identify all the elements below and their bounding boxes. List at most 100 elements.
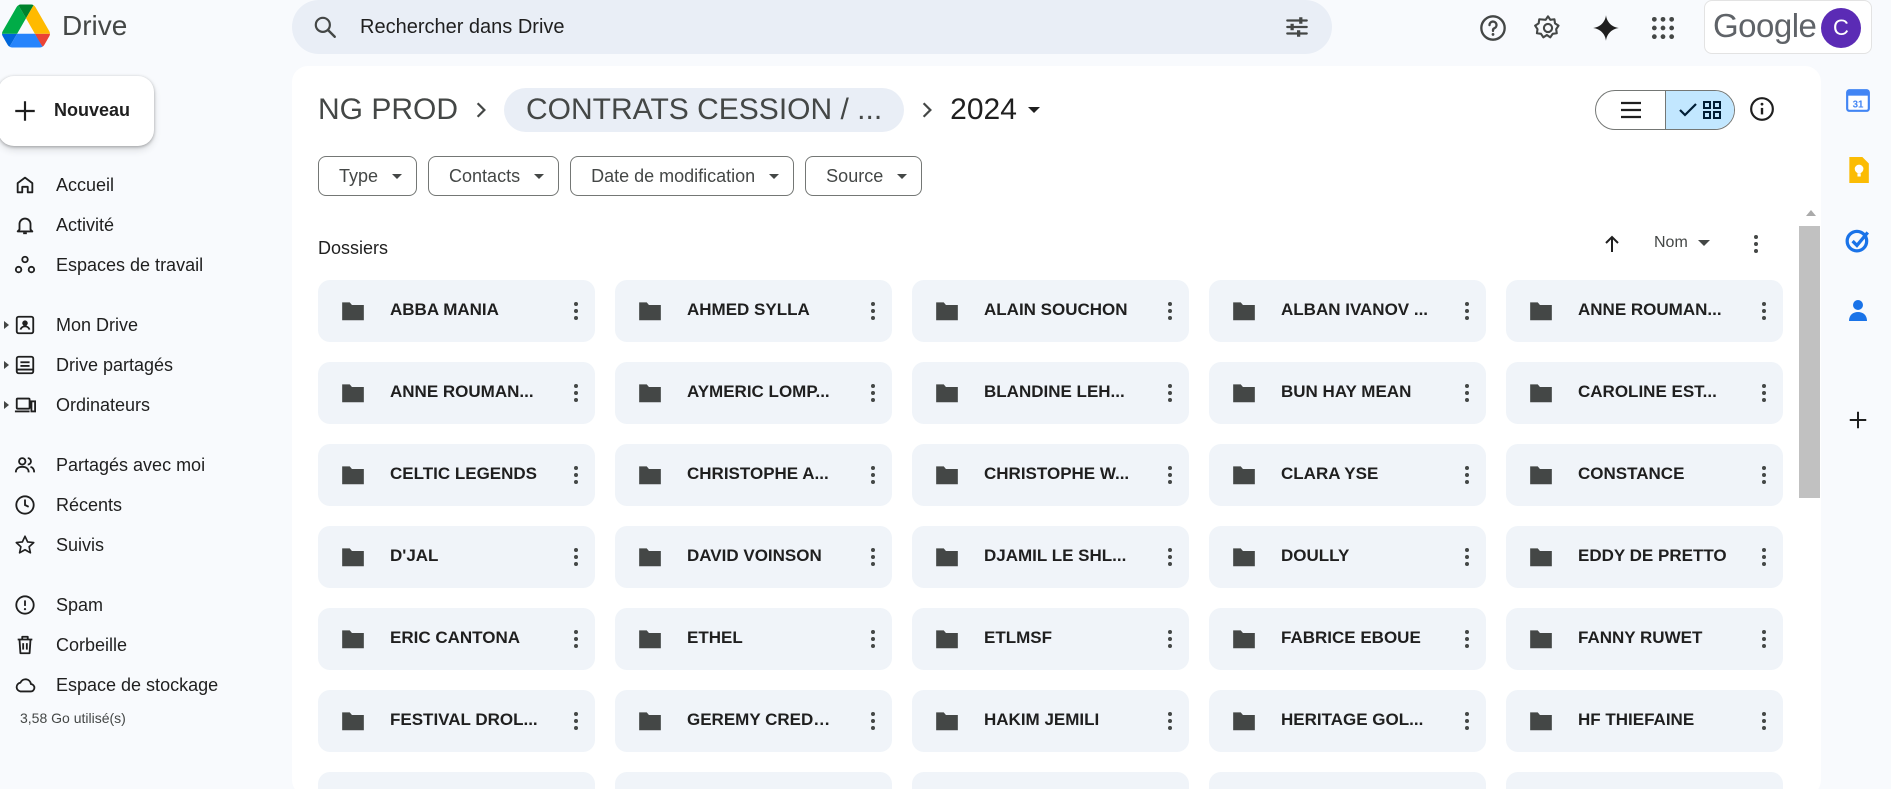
more-vert-icon[interactable] <box>1744 232 1768 261</box>
folder-card[interactable]: BLANDINE LEH... <box>912 362 1189 424</box>
more-vert-icon[interactable] <box>1752 709 1776 738</box>
folder-card[interactable]: ERIC CANTONA <box>318 608 595 670</box>
folder-card[interactable] <box>1506 772 1783 789</box>
more-vert-icon[interactable] <box>564 463 588 492</box>
folder-card[interactable]: D'JAL <box>318 526 595 588</box>
folder-card[interactable] <box>912 772 1189 789</box>
folder-card[interactable]: HAKIM JEMILI <box>912 690 1189 752</box>
sidebar-item-computers[interactable]: Ordinateurs <box>0 387 280 423</box>
more-vert-icon[interactable] <box>1455 709 1479 738</box>
new-button[interactable]: Nouveau <box>0 76 154 146</box>
more-vert-icon[interactable] <box>861 463 885 492</box>
folder-card[interactable]: FABRICE EBOUE <box>1209 608 1486 670</box>
filter-chip-contacts[interactable]: Contacts <box>428 156 560 196</box>
filter-chip-source[interactable]: Source <box>805 156 923 196</box>
folder-card[interactable]: CAROLINE EST... <box>1506 362 1783 424</box>
more-vert-icon[interactable] <box>564 545 588 574</box>
scrollbar-thumb[interactable] <box>1799 226 1820 498</box>
folder-card[interactable]: DOULLY <box>1209 526 1486 588</box>
folder-card[interactable] <box>1209 772 1486 789</box>
sidebar-item-shared-drives[interactable]: Drive partagés <box>0 347 280 383</box>
folder-card[interactable]: ABBA MANIA <box>318 280 595 342</box>
folder-card[interactable]: ANNE ROUMAN... <box>1506 280 1783 342</box>
folder-card[interactable]: AYMERIC LOMP... <box>615 362 892 424</box>
grid-view-button[interactable] <box>1665 91 1734 129</box>
settings-gear-icon[interactable] <box>1530 10 1566 46</box>
breadcrumb-current[interactable]: 2024 <box>950 93 1041 127</box>
folder-card[interactable]: FESTIVAL DROL... <box>318 690 595 752</box>
search-bar[interactable] <box>292 0 1332 54</box>
more-vert-icon[interactable] <box>1158 545 1182 574</box>
folder-card[interactable]: AHMED SYLLA <box>615 280 892 342</box>
sidebar-item-starred[interactable]: Suivis <box>0 527 280 563</box>
search-icon[interactable] <box>312 14 338 45</box>
sidebar-item-storage[interactable]: Espace de stockage <box>0 667 280 703</box>
more-vert-icon[interactable] <box>1455 627 1479 656</box>
sidebar-item-workspaces[interactable]: Espaces de travail <box>0 247 280 283</box>
search-options-icon[interactable] <box>1284 14 1310 45</box>
more-vert-icon[interactable] <box>861 545 885 574</box>
folder-card[interactable]: DJAMIL LE SHL... <box>912 526 1189 588</box>
more-vert-icon[interactable] <box>1752 463 1776 492</box>
more-vert-icon[interactable] <box>1455 381 1479 410</box>
more-vert-icon[interactable] <box>1455 545 1479 574</box>
expand-caret-icon[interactable] <box>4 401 9 409</box>
sidebar-item-my-drive[interactable]: Mon Drive <box>0 307 280 343</box>
folder-card[interactable]: CELTIC LEGENDS <box>318 444 595 506</box>
folder-card[interactable]: HF THIEFAINE <box>1506 690 1783 752</box>
filter-chip-type[interactable]: Type <box>318 156 418 196</box>
keep-icon[interactable] <box>1844 156 1872 184</box>
search-input[interactable] <box>360 10 1220 44</box>
calendar-icon[interactable]: 31 <box>1844 86 1872 114</box>
folder-card[interactable]: FANNY RUWET <box>1506 608 1783 670</box>
folder-card[interactable]: GEREMY CREDE... <box>615 690 892 752</box>
more-vert-icon[interactable] <box>1158 381 1182 410</box>
more-vert-icon[interactable] <box>861 299 885 328</box>
folder-card[interactable]: ALBAN IVANOV ... <box>1209 280 1486 342</box>
avatar[interactable]: C <box>1821 8 1861 48</box>
more-vert-icon[interactable] <box>1752 299 1776 328</box>
more-vert-icon[interactable] <box>861 709 885 738</box>
breadcrumb-middle[interactable]: CONTRATS CESSION / ... <box>504 88 905 132</box>
sidebar-item-home[interactable]: Accueil <box>0 167 280 203</box>
expand-caret-icon[interactable] <box>4 361 9 369</box>
apps-grid-icon[interactable] <box>1645 10 1681 46</box>
sidebar-item-activity[interactable]: Activité <box>0 207 280 243</box>
more-vert-icon[interactable] <box>564 709 588 738</box>
more-vert-icon[interactable] <box>861 627 885 656</box>
more-vert-icon[interactable] <box>861 381 885 410</box>
folder-card[interactable]: DAVID VOINSON <box>615 526 892 588</box>
tasks-icon[interactable] <box>1844 226 1872 254</box>
sidebar-item-trash[interactable]: Corbeille <box>0 627 280 663</box>
folder-card[interactable]: CLARA YSE <box>1209 444 1486 506</box>
folder-card[interactable]: ETLMSF <box>912 608 1189 670</box>
folder-card[interactable] <box>318 772 595 789</box>
more-vert-icon[interactable] <box>1455 463 1479 492</box>
add-addon-plus-icon[interactable] <box>1844 406 1872 434</box>
more-vert-icon[interactable] <box>1752 627 1776 656</box>
drive-logo[interactable]: Drive <box>2 4 127 48</box>
folder-card[interactable]: ALAIN SOUCHON <box>912 280 1189 342</box>
more-vert-icon[interactable] <box>1752 381 1776 410</box>
more-vert-icon[interactable] <box>1455 299 1479 328</box>
expand-caret-icon[interactable] <box>4 321 9 329</box>
more-vert-icon[interactable] <box>1158 299 1182 328</box>
folder-card[interactable]: CHRISTOPHE W... <box>912 444 1189 506</box>
folder-card[interactable] <box>615 772 892 789</box>
info-icon[interactable] <box>1749 96 1775 127</box>
folder-card[interactable]: ETHEL <box>615 608 892 670</box>
list-view-button[interactable] <box>1596 91 1665 129</box>
sidebar-item-shared-with-me[interactable]: Partagés avec moi <box>0 447 280 483</box>
scroll-up-arrow-icon[interactable] <box>1806 210 1816 216</box>
more-vert-icon[interactable] <box>1158 463 1182 492</box>
more-vert-icon[interactable] <box>564 627 588 656</box>
breadcrumb-root[interactable]: NG PROD <box>318 93 458 127</box>
sort-direction-arrow-up-icon[interactable] <box>1600 232 1624 261</box>
sort-by-dropdown[interactable]: Nom <box>1654 234 1710 252</box>
more-vert-icon[interactable] <box>564 299 588 328</box>
folder-card[interactable]: BUN HAY MEAN <box>1209 362 1486 424</box>
more-vert-icon[interactable] <box>1158 709 1182 738</box>
folder-card[interactable]: HERITAGE GOL... <box>1209 690 1486 752</box>
folder-card[interactable]: CONSTANCE <box>1506 444 1783 506</box>
contacts-icon[interactable] <box>1844 296 1872 324</box>
